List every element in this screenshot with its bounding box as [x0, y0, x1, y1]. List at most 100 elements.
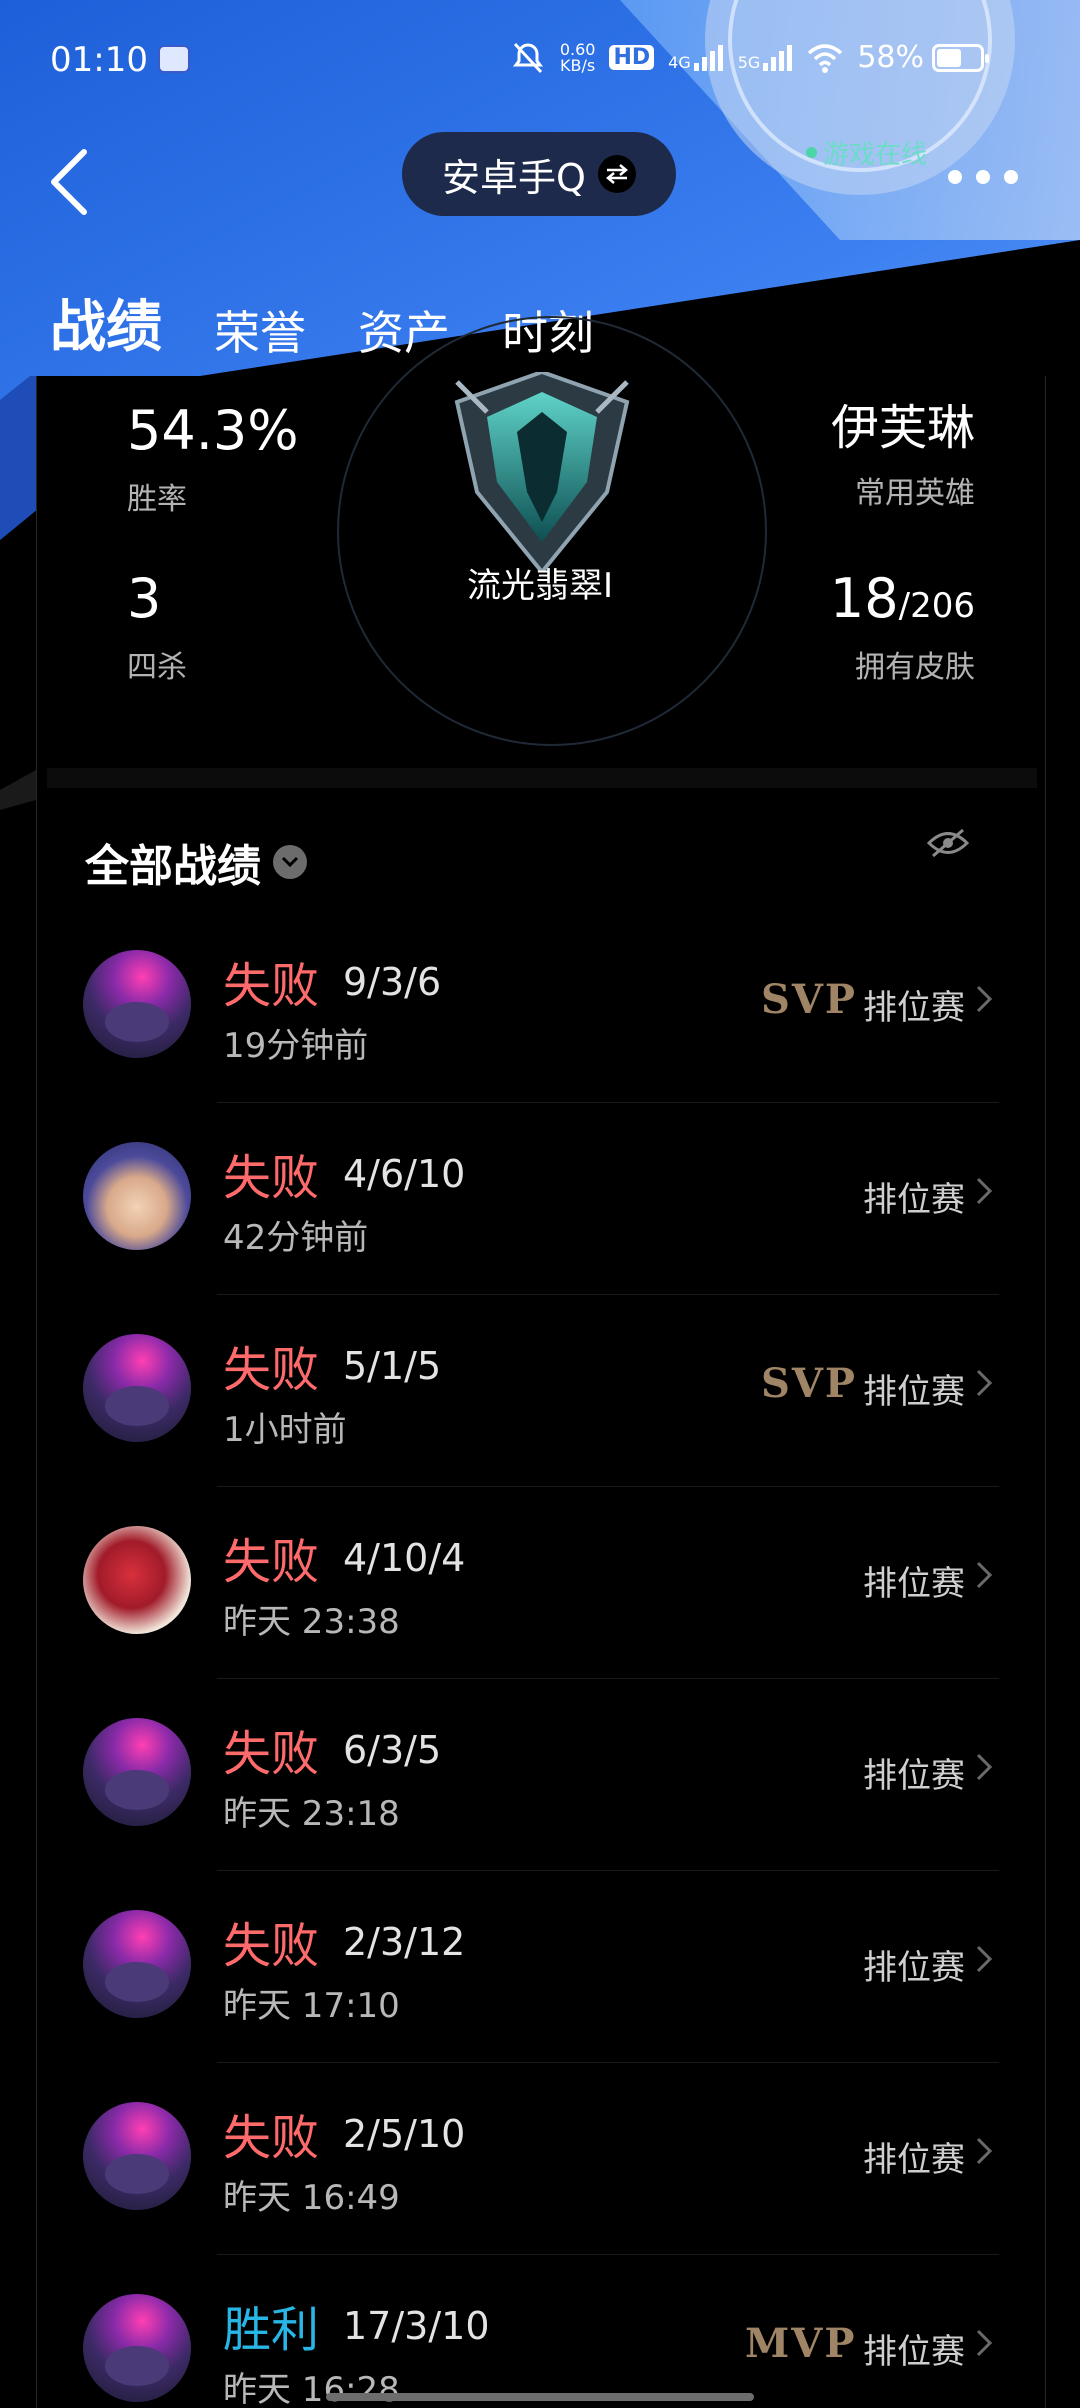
match-kda: 5/1/5 [343, 1344, 442, 1388]
more-dot-icon [948, 170, 962, 184]
match-kda: 6/3/5 [343, 1728, 442, 1772]
chevron-down-icon [273, 845, 307, 879]
match-mode: 排位赛 [863, 2140, 965, 2180]
skins-stat: 18/206 拥有皮肤 [830, 572, 975, 686]
match-row[interactable]: 失败 4/6/10 42分钟前 排位赛 [37, 1102, 1047, 1294]
match-time: 昨天 17:10 [223, 1986, 400, 2026]
mvp-badge: MVP [745, 2320, 857, 2367]
tab-honors[interactable]: 荣誉 [214, 297, 306, 363]
match-row[interactable]: 失败 5/1/5 1小时前 SVP 排位赛 [37, 1294, 1047, 1486]
chevron-right-icon [976, 1945, 993, 1973]
match-result: 胜利 [223, 2302, 320, 2358]
win-rate-stat: 54.3% 胜率 [127, 404, 299, 518]
app-notification-icon [158, 45, 190, 73]
chevron-right-icon [976, 2137, 993, 2165]
match-result: 失败 [223, 958, 320, 1014]
signal-sim2-icon: 5G [738, 44, 794, 71]
match-row[interactable]: 失败 6/3/5 昨天 23:18 排位赛 [37, 1678, 1047, 1870]
home-indicator[interactable] [326, 2393, 754, 2401]
match-row[interactable]: 胜利 17/3/10 昨天 16:28 MVP 排位赛 [37, 2254, 1047, 2408]
match-time: 19分钟前 [223, 1026, 369, 1066]
skins-label: 拥有皮肤 [855, 650, 975, 685]
battery-icon [932, 43, 989, 72]
account-switcher[interactable]: 安卓手Q [402, 132, 676, 216]
records-title: 全部战绩 [85, 841, 261, 892]
chevron-right-icon [976, 1561, 993, 1589]
champion-avatar [83, 1334, 191, 1442]
match-time: 昨天 16:49 [223, 2178, 400, 2218]
match-result: 失败 [223, 2110, 320, 2166]
svp-badge: SVP [761, 1360, 857, 1407]
match-kda: 4/10/4 [343, 1536, 466, 1580]
match-mode: 排位赛 [863, 1180, 965, 1220]
main-hero-stat: 伊芙琳 常用英雄 [831, 404, 975, 512]
battery-indicator: 58% [857, 40, 989, 75]
chevron-right-icon [976, 1753, 993, 1781]
champion-avatar [83, 1142, 191, 1250]
match-mode: 排位赛 [863, 1948, 965, 1988]
match-kda: 17/3/10 [343, 2304, 490, 2348]
section-divider [47, 768, 1037, 788]
win-rate-label: 胜率 [127, 482, 187, 517]
champion-avatar [83, 950, 191, 1058]
match-row[interactable]: 失败 4/10/4 昨天 23:38 排位赛 [37, 1486, 1047, 1678]
top-nav: 安卓手Q [0, 124, 1080, 244]
tab-records[interactable]: 战绩 [50, 282, 162, 405]
champion-avatar [83, 2294, 191, 2402]
more-dot-icon [976, 170, 990, 184]
chevron-right-icon [976, 1369, 993, 1397]
match-row[interactable]: 失败 2/3/12 昨天 17:10 排位赛 [37, 1870, 1047, 2062]
eye-off-icon[interactable] [927, 828, 969, 858]
swap-icon [597, 155, 636, 193]
match-time: 42分钟前 [223, 1218, 369, 1258]
match-mode: 排位赛 [863, 1756, 965, 1796]
chevron-right-icon [976, 2329, 993, 2357]
svp-badge: SVP [761, 976, 857, 1023]
status-time: 01:10 [50, 40, 148, 80]
records-card: 流光翡翠I 54.3% 胜率 伊芙琳 常用英雄 3 四杀 18/206 拥有皮肤… [36, 316, 1047, 2408]
more-options-button[interactable] [948, 164, 1018, 190]
account-name: 安卓手Q [442, 155, 586, 200]
win-rate-value: 54.3% [127, 399, 299, 462]
match-list: 失败 9/3/6 19分钟前 SVP 排位赛 失败 4/6/10 42分钟前 排位赛 失败 5/1/… [37, 910, 1047, 2408]
match-result: 失败 [223, 1150, 320, 1206]
champion-avatar [83, 1910, 191, 2018]
chevron-right-icon [976, 985, 993, 1013]
champion-avatar [83, 2102, 191, 2210]
more-dot-icon [1004, 170, 1018, 184]
main-hero-value: 伊芙琳 [830, 400, 975, 456]
match-time: 1小时前 [223, 1410, 347, 1450]
hd-voice-icon: HD [609, 45, 655, 70]
main-hero-label: 常用英雄 [855, 476, 975, 511]
signal-sim1-icon: 4G [668, 44, 724, 71]
match-result: 失败 [223, 1534, 320, 1590]
rank-emblem-icon [454, 372, 630, 572]
quadra-kill-value: 3 [127, 567, 162, 630]
champion-avatar [83, 1526, 191, 1634]
match-mode: 排位赛 [863, 1372, 965, 1412]
network-speed: 0.60 KB/s [559, 39, 596, 75]
match-kda: 2/3/12 [343, 1920, 466, 1964]
notifications-off-icon [512, 42, 543, 73]
match-mode: 排位赛 [863, 1564, 965, 1604]
chevron-right-icon [976, 1177, 993, 1205]
quadra-kill-stat: 3 四杀 [127, 572, 187, 686]
match-kda: 4/6/10 [343, 1152, 466, 1196]
match-time: 昨天 16:28 [223, 2370, 400, 2408]
match-kda: 2/5/10 [343, 2112, 466, 2156]
match-kda: 9/3/6 [343, 960, 442, 1004]
match-result: 失败 [223, 1726, 320, 1782]
quadra-kill-label: 四杀 [127, 650, 187, 685]
match-row[interactable]: 失败 2/5/10 昨天 16:49 排位赛 [37, 2062, 1047, 2254]
records-filter[interactable]: 全部战绩 [85, 830, 307, 894]
match-row[interactable]: 失败 9/3/6 19分钟前 SVP 排位赛 [37, 910, 1047, 1102]
match-mode: 排位赛 [863, 2332, 965, 2372]
match-result: 失败 [223, 1918, 320, 1974]
battery-percent: 58% [857, 40, 924, 75]
status-bar: 01:10 0.60 KB/s HD 4G 5G 58% [0, 0, 1080, 124]
back-button[interactable] [40, 142, 100, 222]
status-icons: 0.60 KB/s HD 4G 5G 58% [510, 39, 989, 75]
match-time: 昨天 23:38 [223, 1602, 400, 1642]
skins-value: 18/206 [829, 567, 975, 630]
wifi-icon [808, 43, 843, 73]
